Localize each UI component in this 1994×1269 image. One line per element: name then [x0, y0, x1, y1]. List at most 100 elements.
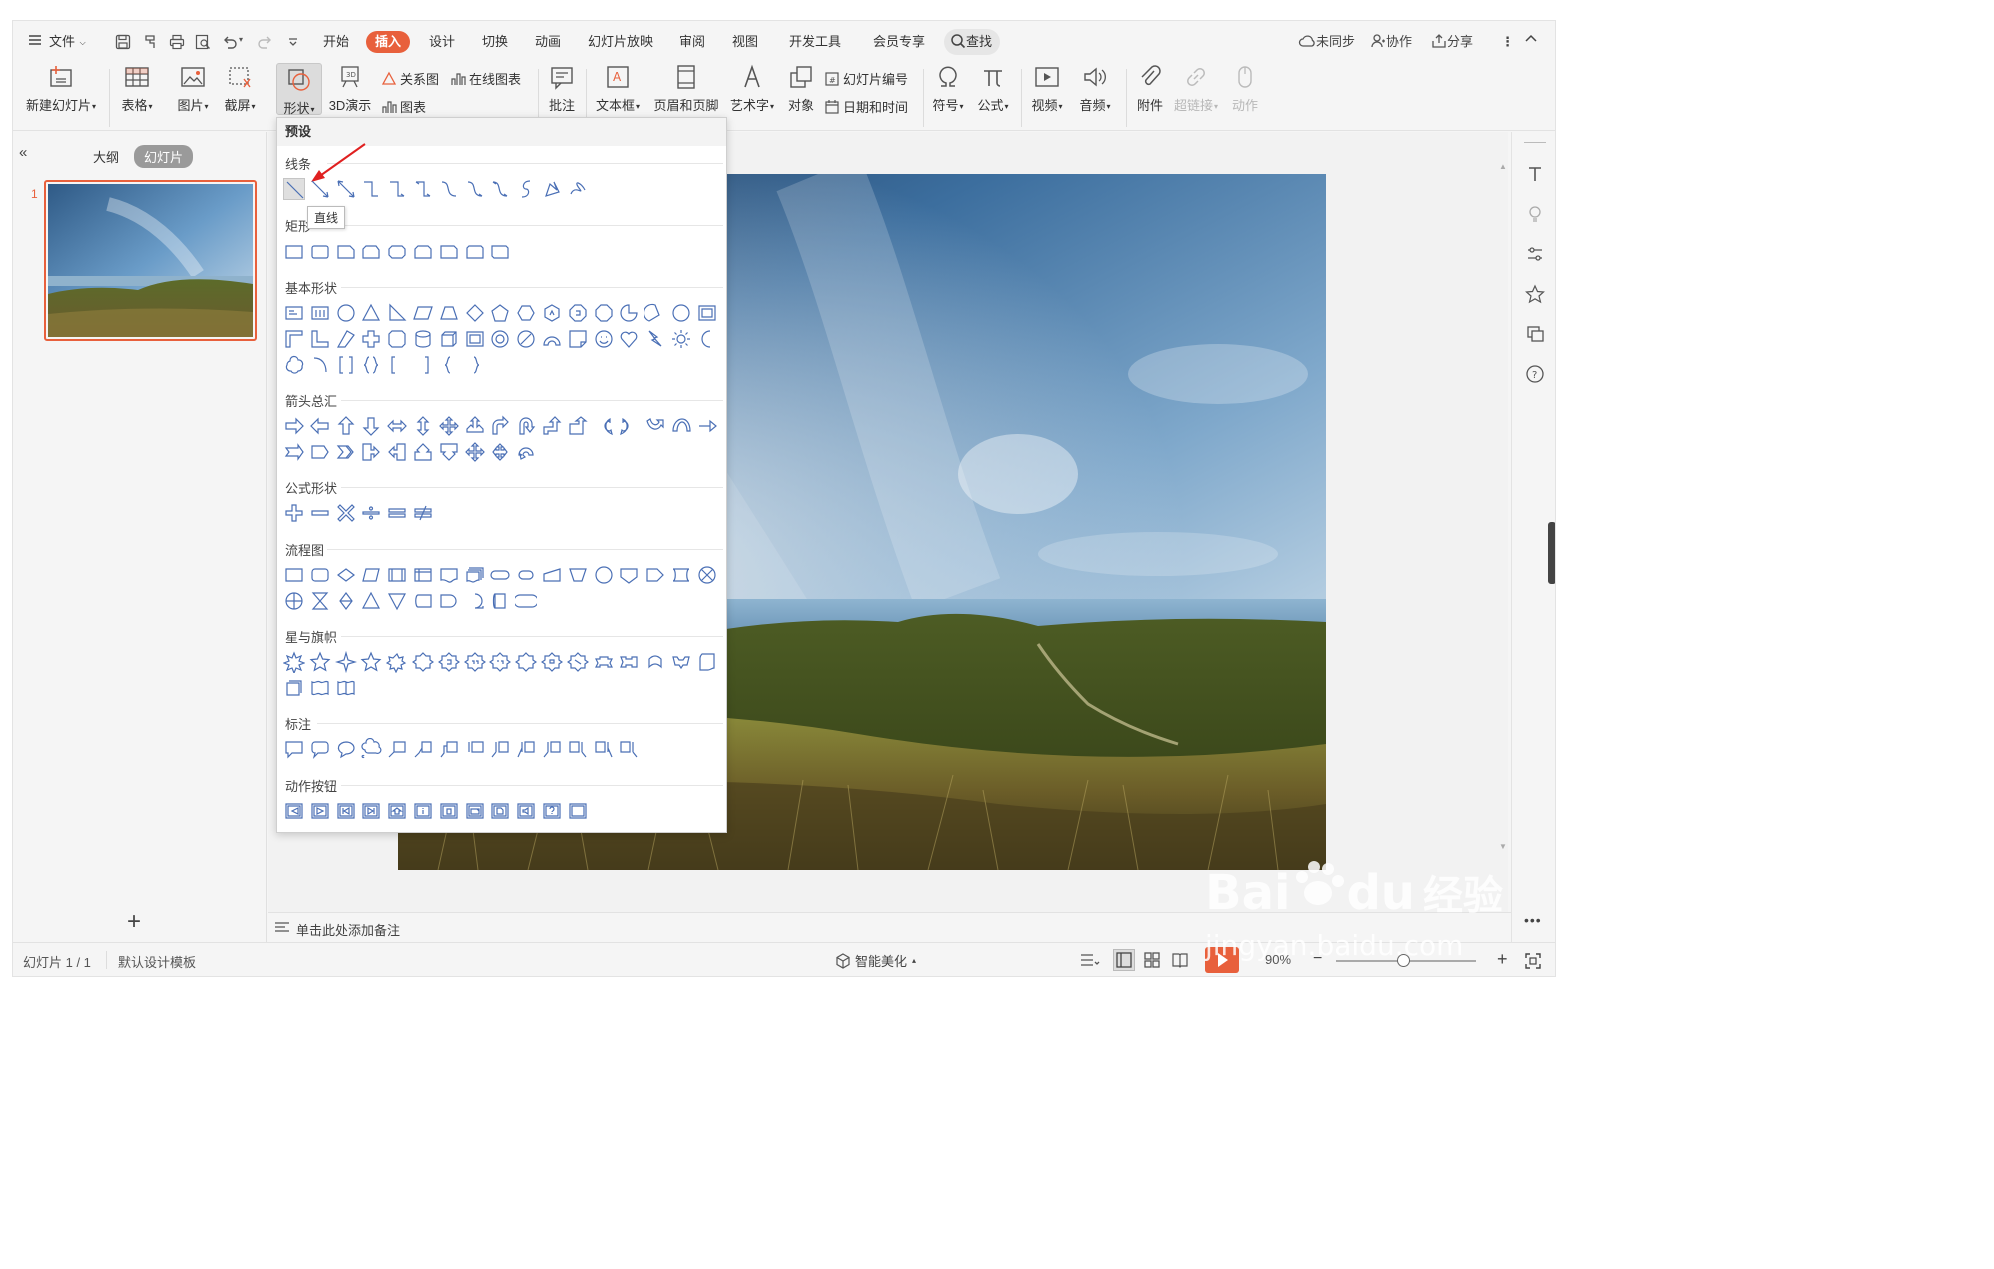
- online-chart-button[interactable]: 在线图表: [450, 69, 521, 88]
- basic-shape-1[interactable]: [283, 302, 305, 324]
- basic-r2-shape-11[interactable]: [541, 328, 563, 350]
- basic-shape-7[interactable]: [438, 302, 460, 324]
- star-shape-3[interactable]: [334, 651, 357, 673]
- arrow-shape-17[interactable]: [696, 415, 718, 437]
- star-shape-16[interactable]: [670, 651, 692, 673]
- action-btn-shape-3[interactable]: [335, 800, 357, 822]
- basic-r3-shape-8[interactable]: [464, 354, 486, 376]
- callout-shape-14[interactable]: [618, 738, 640, 760]
- flow-shape-9[interactable]: [489, 564, 511, 586]
- scroll-up-icon[interactable]: ▲: [1499, 162, 1507, 171]
- basic-r2-shape-16[interactable]: [670, 328, 692, 350]
- flow-r2-shape-4[interactable]: [360, 590, 382, 612]
- basic-r2-shape-7[interactable]: [438, 328, 460, 350]
- flow-shape-17[interactable]: [696, 564, 718, 586]
- audio-button[interactable]: 音频▾: [1077, 63, 1113, 114]
- slide-transition-icon[interactable]: [1525, 324, 1545, 347]
- basic-shape-11[interactable]: [541, 302, 563, 324]
- basic-r2-shape-15[interactable]: [644, 328, 666, 350]
- star-shape-4[interactable]: [360, 651, 382, 673]
- action-btn-shape-7[interactable]: [438, 800, 460, 822]
- rect-shape-5[interactable]: [386, 241, 408, 263]
- action-btn-shape-5[interactable]: [386, 800, 408, 822]
- flow-shape-11[interactable]: [541, 564, 563, 586]
- flow-r2-shape-6[interactable]: [412, 590, 434, 612]
- flow-r2-shape-5[interactable]: [386, 590, 408, 612]
- formula-shape-2[interactable]: [309, 502, 331, 524]
- undo-icon[interactable]: [221, 33, 239, 51]
- zoom-in-button[interactable]: +: [1497, 949, 1508, 970]
- callout-shape-10[interactable]: [515, 738, 537, 760]
- grid-view-icon[interactable]: [1143, 951, 1161, 972]
- smart-beautify-button[interactable]: 智能美化 ▴: [835, 951, 916, 970]
- basic-r2-shape-5[interactable]: [386, 328, 408, 350]
- help-icon[interactable]: ?: [1525, 364, 1545, 387]
- arrow-shape-13[interactable]: [593, 415, 615, 437]
- relation-chart-button[interactable]: 关系图: [381, 69, 439, 88]
- collapse-ribbon-icon[interactable]: [1524, 31, 1538, 53]
- star-r2-shape-3[interactable]: [335, 677, 357, 699]
- more-options-icon[interactable]: •••: [1524, 912, 1542, 928]
- callout-shape-4[interactable]: [360, 738, 382, 760]
- action-btn-shape-9[interactable]: [489, 800, 511, 822]
- slide-thumbnail[interactable]: [44, 180, 257, 341]
- text-format-icon[interactable]: [1525, 164, 1545, 187]
- basic-shape-12[interactable]: [567, 302, 589, 324]
- symbol-button[interactable]: 符号▾: [930, 63, 966, 114]
- settings-sliders-icon[interactable]: [1525, 244, 1545, 267]
- collab-button[interactable]: 协作: [1370, 31, 1412, 53]
- tab-view[interactable]: 视图: [732, 31, 758, 53]
- basic-shape-15[interactable]: [644, 302, 666, 324]
- formula-shape-6[interactable]: [412, 502, 434, 524]
- line-shape-4[interactable]: [360, 178, 382, 200]
- star-shape-13[interactable]: [593, 651, 615, 673]
- line-shape-9[interactable]: [489, 178, 511, 200]
- add-slide-button[interactable]: +: [127, 908, 141, 936]
- attachment-button[interactable]: 附件: [1135, 63, 1165, 114]
- arrow-shape-1[interactable]: [283, 415, 305, 437]
- print-preview-icon[interactable]: [194, 33, 212, 51]
- flow-shape-13[interactable]: [593, 564, 615, 586]
- arrow-shape-16[interactable]: [670, 415, 692, 437]
- basic-r3-shape-6[interactable]: [412, 354, 434, 376]
- arrow-r2-shape-4[interactable]: [360, 441, 382, 463]
- arrow-shape-2[interactable]: [309, 415, 331, 437]
- comment-button[interactable]: 批注: [546, 63, 578, 114]
- flow-shape-10[interactable]: [515, 564, 537, 586]
- arrow-shape-3[interactable]: [335, 415, 357, 437]
- hamburger-menu-icon[interactable]: [27, 32, 43, 51]
- line-shape-2[interactable]: [309, 178, 331, 200]
- star-shape-14[interactable]: [618, 651, 640, 673]
- basic-r2-shape-9[interactable]: [489, 328, 511, 350]
- datetime-button[interactable]: 日期和时间: [824, 97, 908, 116]
- arrow-r2-shape-6[interactable]: [412, 441, 434, 463]
- object-button[interactable]: 对象: [784, 63, 818, 114]
- basic-shape-2[interactable]: [309, 302, 331, 324]
- rect-shape-9[interactable]: [489, 241, 511, 263]
- 3d-demo-button[interactable]: 3D 3D演示: [326, 63, 374, 114]
- tab-developer[interactable]: 开发工具: [789, 31, 841, 53]
- screenshot-button[interactable]: 截屏▾: [219, 63, 261, 114]
- rect-shape-1[interactable]: [283, 241, 305, 263]
- tab-transition[interactable]: 切换: [482, 31, 508, 53]
- star-shape-10[interactable]: [515, 651, 538, 673]
- basic-shape-10[interactable]: [515, 302, 537, 324]
- side-handle[interactable]: [1548, 522, 1555, 584]
- rect-shape-4[interactable]: [360, 241, 382, 263]
- callout-shape-6[interactable]: [412, 738, 434, 760]
- action-btn-shape-11[interactable]: [541, 800, 563, 822]
- fit-window-icon[interactable]: [1524, 952, 1542, 973]
- basic-shape-17[interactable]: [696, 302, 718, 324]
- arrow-r2-shape-1[interactable]: [283, 441, 305, 463]
- action-btn-shape-4[interactable]: [360, 800, 382, 822]
- rect-shape-6[interactable]: [412, 241, 434, 263]
- rect-shape-7[interactable]: [438, 241, 460, 263]
- lightbulb-icon[interactable]: [1525, 204, 1545, 227]
- flow-r2-shape-10[interactable]: [515, 590, 538, 612]
- basic-shape-9[interactable]: [489, 302, 511, 324]
- flow-shape-7[interactable]: [438, 564, 460, 586]
- tab-slideshow[interactable]: 幻灯片放映: [588, 31, 653, 53]
- flow-shape-14[interactable]: [618, 564, 640, 586]
- print-icon[interactable]: [168, 33, 186, 51]
- callout-shape-5[interactable]: [386, 738, 408, 760]
